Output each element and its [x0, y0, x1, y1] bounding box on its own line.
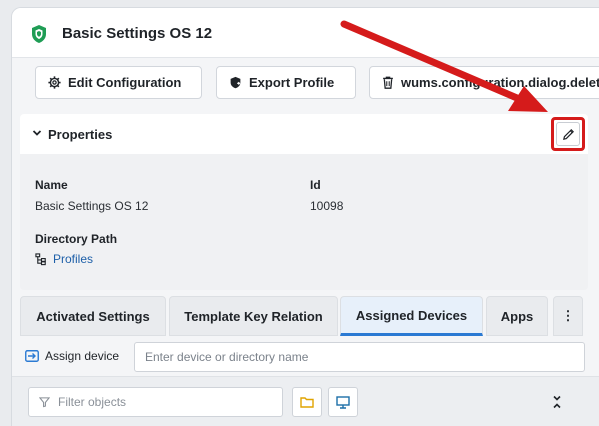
export-profile-label: Export Profile	[249, 75, 335, 90]
assign-icon	[25, 350, 39, 362]
directory-path-label: Directory Path	[35, 232, 118, 246]
tab-label: Activated Settings	[36, 308, 150, 324]
delete-label: wums.configuration.dialog.delete	[401, 75, 599, 90]
tab-label: Assigned Devices	[355, 307, 468, 323]
annotation-highlight-box	[551, 117, 585, 151]
tab-activated-settings[interactable]: Activated Settings	[20, 296, 166, 336]
monitor-icon	[336, 395, 350, 409]
shield-icon	[32, 25, 46, 43]
tab-label: Apps	[500, 308, 534, 324]
directory-tree-icon	[35, 252, 46, 265]
collapse-icon[interactable]	[552, 395, 562, 409]
page-title: Basic Settings OS 12	[62, 25, 213, 42]
profile-panel: Basic Settings OS 12 Edit Configuration	[11, 7, 599, 426]
properties-title: Properties	[48, 127, 113, 142]
id-label: Id	[310, 178, 321, 192]
assign-device-placeholder: Enter device or directory name	[145, 350, 309, 364]
more-vertical-icon: ⋮	[561, 308, 575, 323]
edit-configuration-button[interactable]: Edit Configuration	[35, 66, 202, 99]
export-profile-button[interactable]: Export Profile	[216, 66, 356, 99]
tab-assigned-devices[interactable]: Assigned Devices	[340, 296, 483, 336]
folder-filter-button[interactable]	[292, 387, 322, 417]
assign-device-button[interactable]: Assign device	[25, 349, 119, 363]
chevron-down-icon[interactable]	[32, 128, 42, 138]
tab-template-key-relation[interactable]: Template Key Relation	[169, 296, 338, 336]
trash-icon	[383, 76, 393, 89]
assign-device-label: Assign device	[45, 349, 120, 363]
tab-bar: Activated Settings Template Key Relation…	[20, 296, 588, 336]
toolbar: Edit Configuration Export Profile wums.c…	[12, 58, 599, 106]
properties-section: Properties Name Basic Settings OS 12 Id …	[20, 114, 588, 290]
device-filter-button[interactable]	[328, 387, 358, 417]
assign-device-row: Assign device Enter device or directory …	[12, 340, 599, 378]
directory-path-link[interactable]: Profiles	[35, 252, 93, 266]
assign-device-input[interactable]: Enter device or directory name	[134, 342, 585, 372]
folder-icon	[300, 397, 314, 408]
directory-path-value: Profiles	[53, 252, 94, 266]
name-value: Basic Settings OS 12	[35, 199, 149, 213]
edit-configuration-label: Edit Configuration	[68, 75, 182, 90]
name-label: Name	[35, 178, 68, 192]
shield-export-icon	[230, 76, 241, 89]
id-value: 10098	[310, 199, 344, 213]
tab-label: Template Key Relation	[184, 308, 323, 324]
filter-bar: Filter objects	[12, 376, 599, 426]
panel-header: Basic Settings OS 12	[12, 8, 599, 58]
filter-placeholder: Filter objects	[58, 395, 127, 409]
tabs-more-button[interactable]: ⋮	[553, 296, 583, 336]
filter-icon	[39, 397, 50, 408]
gear-icon	[48, 76, 61, 89]
filter-input[interactable]: Filter objects	[28, 387, 283, 417]
tab-apps[interactable]: Apps	[486, 296, 548, 336]
delete-button[interactable]: wums.configuration.dialog.delete	[369, 66, 599, 99]
properties-header[interactable]: Properties	[20, 114, 588, 154]
